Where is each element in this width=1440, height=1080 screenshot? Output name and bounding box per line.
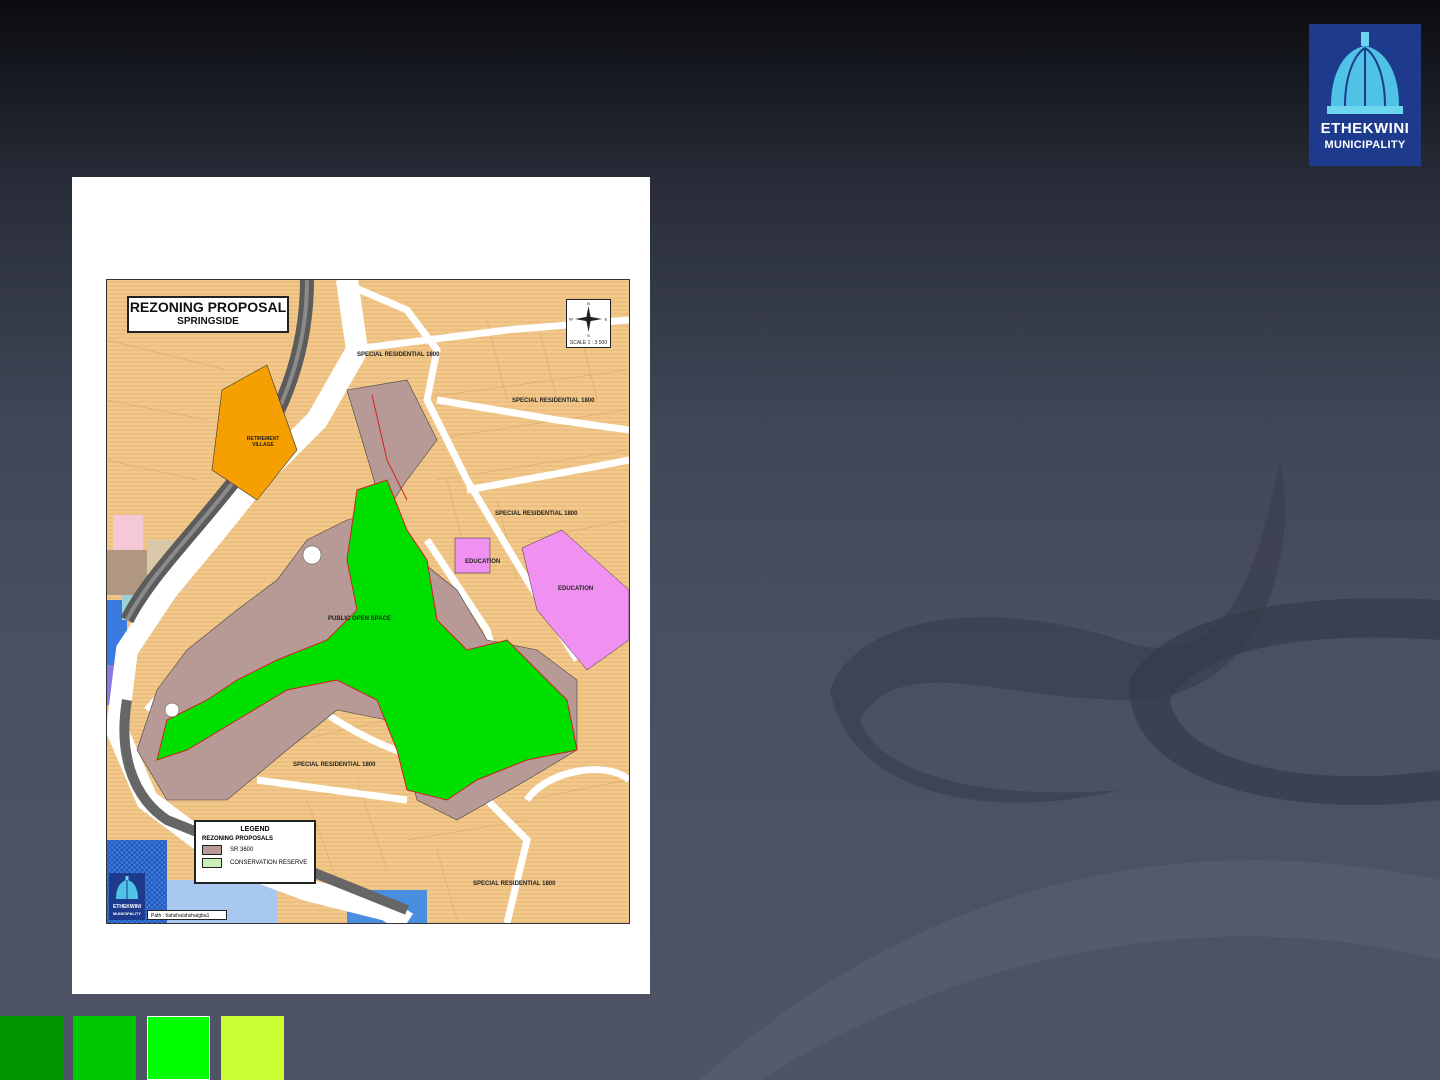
compass-n: N (587, 301, 590, 306)
zone-label: SPECIAL RESIDENTIAL 1800 (495, 511, 578, 517)
map-legend: LEGEND REZONING PROPOSALS SR 3600 CONSER… (194, 820, 316, 884)
mini-logo-line2: MUNICIPALITY (112, 911, 142, 916)
logo-text-line1: ETHEKWINI (1320, 120, 1410, 137)
compass-rose-icon: N S E W (569, 301, 608, 338)
file-path: Path : t/ahsha/ahsha/gba1 (147, 910, 227, 920)
legend-swatch-sr3600 (202, 845, 222, 855)
dome-icon (116, 876, 138, 899)
rezoning-map[interactable]: REZONING PROPOSAL SPRINGSIDE N S E W SCA… (106, 279, 630, 924)
legend-item: SR 3600 (202, 845, 314, 855)
legend-item: CONSERVATION RESERVE (202, 858, 314, 868)
compass-w: W (569, 317, 573, 322)
compass: N S E W SCALE 1 : 3 500 (566, 299, 611, 348)
logo-text-line2: MUNICIPALITY (1324, 139, 1406, 151)
compass-s: S (587, 333, 590, 338)
map-title: REZONING PROPOSAL (129, 299, 287, 315)
zone-label: SPECIAL RESIDENTIAL 1800 (357, 352, 440, 358)
legend-label: SR 3600 (230, 847, 254, 853)
map-document: REZONING PROPOSAL SPRINGSIDE N S E W SCA… (72, 177, 650, 994)
map-scale: SCALE 1 : 3 500 (569, 340, 608, 346)
map-subtitle: SPRINGSIDE (177, 316, 239, 327)
zone-label-public-open-space: PUBLIC OPEN SPACE (328, 616, 391, 622)
zone-label: SPECIAL RESIDENTIAL 1800 (293, 762, 376, 768)
zone-label-retirement: RETIREMENT VILLAGE (246, 436, 280, 448)
map-title-box: REZONING PROPOSAL SPRINGSIDE (127, 296, 289, 333)
zone-label: SPECIAL RESIDENTIAL 1800 (473, 881, 556, 887)
green-swatch-2 (73, 1016, 136, 1080)
zone-label: SPECIAL RESIDENTIAL 1800 (512, 398, 595, 404)
map-graphics (107, 280, 629, 923)
zone-label-education: EDUCATION (558, 586, 594, 592)
legend-swatch-conservation (202, 858, 222, 868)
compass-e: E (605, 317, 608, 322)
zone-label-education: EDUCATION (465, 559, 501, 565)
green-swatch-4 (221, 1016, 284, 1080)
mini-ethekwini-logo: ETHEKWINI MUNICIPALITY (109, 873, 145, 920)
green-swatch-3 (147, 1016, 210, 1080)
legend-label: CONSERVATION RESERVE (230, 860, 308, 866)
mini-logo-line1: ETHEKWINI (112, 904, 142, 910)
green-swatch-1 (0, 1016, 63, 1080)
legend-section: REZONING PROPOSALS (202, 836, 274, 842)
dome-icon (1327, 32, 1403, 114)
ethekwini-logo: ETHEKWINI MUNICIPALITY (1309, 24, 1421, 166)
legend-heading: LEGEND (240, 826, 270, 833)
